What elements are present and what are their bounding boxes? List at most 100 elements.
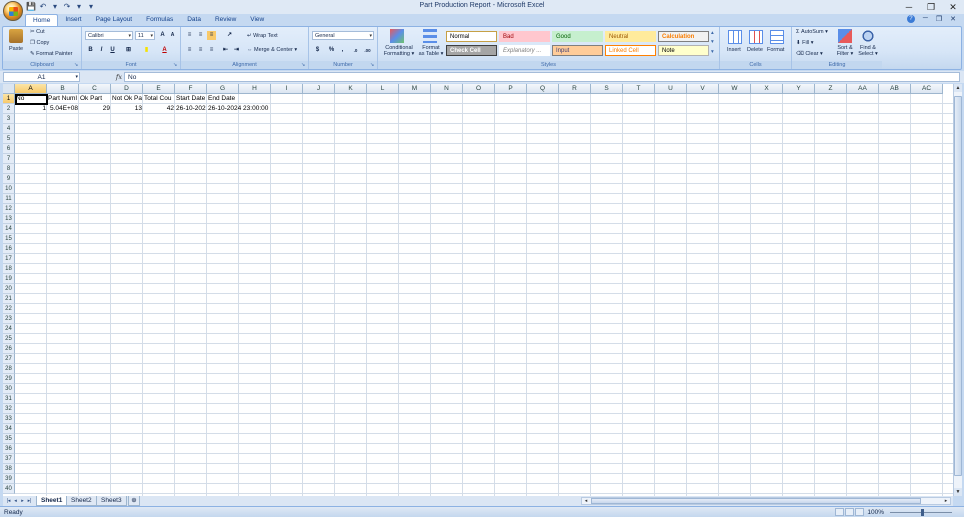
tab-view[interactable]: View [243, 14, 271, 26]
tab-home[interactable]: Home [25, 14, 59, 26]
clear-button[interactable]: ⌫ Clear ▾ [796, 51, 823, 57]
insert-sheet-icon[interactable]: ⊕ [128, 496, 140, 506]
delete-button[interactable]: Delete [747, 47, 763, 53]
conditional-formatting-button[interactable]: Conditional Formatting ▾ [382, 45, 416, 57]
sort-filter-button[interactable]: Sort & Filter ▾ [833, 45, 857, 57]
align-top-button[interactable]: ≡ [185, 31, 194, 40]
row-header-21[interactable]: 21 [3, 294, 15, 304]
scroll-up-icon[interactable]: ▲ [954, 84, 962, 92]
column-header-y[interactable]: Y [783, 84, 815, 94]
column-header-o[interactable]: O [463, 84, 495, 94]
cell-d2[interactable]: 13 [111, 104, 143, 114]
column-header-c[interactable]: C [79, 84, 111, 94]
row-header-28[interactable]: 28 [3, 364, 15, 374]
sheet-tab-sheet3[interactable]: Sheet3 [96, 496, 127, 506]
font-color-button[interactable]: A [160, 46, 169, 55]
row-header-6[interactable]: 6 [3, 144, 15, 154]
cell-g1[interactable]: End Date [207, 94, 236, 104]
cell-c1[interactable]: Ok Part [79, 94, 103, 104]
row-header-15[interactable]: 15 [3, 234, 15, 244]
row-header-22[interactable]: 22 [3, 304, 15, 314]
column-header-b[interactable]: B [47, 84, 79, 94]
cut-button[interactable]: ✂ Cut [30, 29, 45, 35]
comma-button[interactable]: , [338, 46, 347, 55]
align-right-button[interactable]: ≡ [207, 46, 216, 55]
column-header-z[interactable]: Z [815, 84, 847, 94]
column-header-l[interactable]: L [367, 84, 399, 94]
column-header-j[interactable]: J [303, 84, 335, 94]
styles-scroll-down-icon[interactable]: ▾ [711, 39, 714, 45]
row-header-25[interactable]: 25 [3, 334, 15, 344]
shrink-font-button[interactable]: A [168, 31, 177, 40]
column-header-x[interactable]: X [751, 84, 783, 94]
cell-style-bad[interactable]: Bad [499, 31, 550, 42]
row-header-33[interactable]: 33 [3, 414, 15, 424]
column-header-g[interactable]: G [207, 84, 239, 94]
fill-button[interactable]: ⬇ Fill ▾ [796, 40, 813, 46]
zoom-slider-knob[interactable] [921, 509, 924, 516]
cell-g2[interactable]: 26-10-2024 23:00:00 [207, 104, 269, 114]
last-sheet-icon[interactable]: ▸| [26, 497, 33, 505]
row-header-20[interactable]: 20 [3, 284, 15, 294]
row-header-8[interactable]: 8 [3, 164, 15, 174]
bold-button[interactable]: B [86, 46, 95, 55]
prev-sheet-icon[interactable]: ◂ [12, 497, 19, 505]
normal-view-icon[interactable] [835, 508, 844, 516]
number-launcher-icon[interactable]: ↘ [370, 63, 375, 68]
ribbon-minimize-button[interactable]: ─ [923, 15, 928, 23]
first-sheet-icon[interactable]: |◂ [5, 497, 12, 505]
format-painter-button[interactable]: ✎ Format Painter [30, 51, 73, 57]
row-header-31[interactable]: 31 [3, 394, 15, 404]
column-header-m[interactable]: M [399, 84, 431, 94]
align-middle-button[interactable]: ≡ [196, 31, 205, 40]
row-header-40[interactable]: 40 [3, 484, 15, 494]
vertical-scroll-thumb[interactable] [954, 96, 962, 476]
decrease-indent-button[interactable]: ⇤ [221, 46, 230, 55]
restore-button[interactable]: ❐ [920, 0, 942, 14]
copy-button[interactable]: ❐ Copy [30, 40, 49, 46]
column-header-u[interactable]: U [655, 84, 687, 94]
zoom-level[interactable]: 100% [867, 508, 884, 517]
format-button[interactable]: Format [767, 47, 784, 53]
column-header-k[interactable]: K [335, 84, 367, 94]
scroll-left-icon[interactable]: ◂ [582, 498, 590, 504]
tab-formulas[interactable]: Formulas [139, 14, 180, 26]
horizontal-scrollbar[interactable]: ◂ ▸ [581, 497, 951, 505]
font-launcher-icon[interactable]: ↘ [173, 63, 178, 68]
currency-button[interactable]: $ [313, 46, 322, 55]
row-header-30[interactable]: 30 [3, 384, 15, 394]
cell-style-check-cell[interactable]: Check Cell [446, 45, 497, 56]
row-header-34[interactable]: 34 [3, 424, 15, 434]
wrap-text-button[interactable]: ↵ Wrap Text [247, 33, 278, 39]
paste-button[interactable]: Paste [9, 46, 23, 52]
sheet-tab-sheet2[interactable]: Sheet2 [66, 496, 97, 506]
row-header-37[interactable]: 37 [3, 454, 15, 464]
scroll-right-icon[interactable]: ▸ [942, 498, 950, 504]
format-as-table-button[interactable]: Format as Table ▾ [418, 45, 444, 57]
row-header-27[interactable]: 27 [3, 354, 15, 364]
row-header-14[interactable]: 14 [3, 224, 15, 234]
cell-style-explanatory[interactable]: Explanatory ... [499, 45, 550, 56]
row-header-39[interactable]: 39 [3, 474, 15, 484]
styles-more-icon[interactable]: ▾ [711, 49, 714, 55]
percent-button[interactable]: % [327, 46, 336, 55]
clipboard-launcher-icon[interactable]: ↘ [74, 63, 79, 68]
alignment-launcher-icon[interactable]: ↘ [301, 63, 306, 68]
cell-f1[interactable]: Start Date [175, 94, 206, 104]
row-header-5[interactable]: 5 [3, 134, 15, 144]
row-header-32[interactable]: 32 [3, 404, 15, 414]
row-header-16[interactable]: 16 [3, 244, 15, 254]
underline-button[interactable]: U [108, 46, 117, 55]
grow-font-button[interactable]: A [158, 31, 167, 40]
column-header-e[interactable]: E [143, 84, 175, 94]
row-header-9[interactable]: 9 [3, 174, 15, 184]
cell-style-good[interactable]: Good [552, 31, 603, 42]
column-header-q[interactable]: Q [527, 84, 559, 94]
page-break-view-icon[interactable] [855, 508, 864, 516]
row-header-38[interactable]: 38 [3, 464, 15, 474]
align-left-button[interactable]: ≡ [185, 46, 194, 55]
italic-button[interactable]: I [97, 46, 106, 55]
cell-b2[interactable]: 5.04E+08 [47, 104, 79, 114]
cell-style-calculation[interactable]: Calculation [658, 31, 709, 42]
row-header-35[interactable]: 35 [3, 434, 15, 444]
